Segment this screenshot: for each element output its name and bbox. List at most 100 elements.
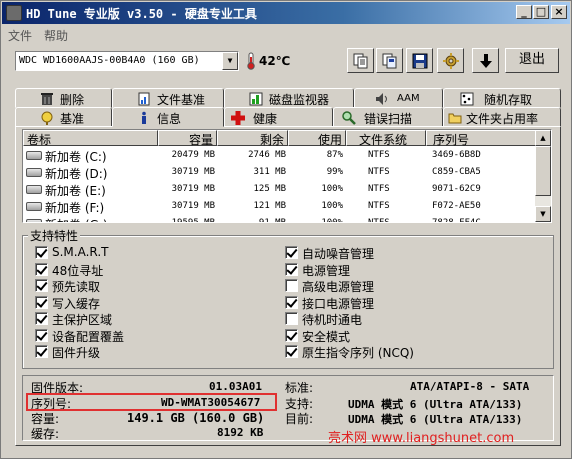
checkbox-checked-icon[interactable] [35, 246, 48, 259]
firmware-value: 01.03A01 [209, 380, 262, 393]
supported-mode-value: UDMA 模式 6 (Ultra ATA/133) [348, 398, 523, 411]
volume-cell: 2746 MB [248, 150, 286, 160]
close-button[interactable]: × [551, 5, 567, 19]
volume-cell: 100% [321, 218, 343, 223]
scroll-up-icon[interactable]: ▲ [535, 130, 551, 146]
feature-label: 安全模式 [302, 329, 351, 344]
settings-button[interactable] [437, 48, 464, 73]
checkbox-checked-icon[interactable] [35, 345, 48, 358]
volume-cell: 30719 MB [171, 201, 215, 211]
column-header-free[interactable]: 剩余 [217, 130, 288, 147]
tab-health[interactable]: 健康 [224, 107, 333, 127]
volume-row[interactable]: 新加卷 (F:) 30719 MB 121 MB 100% NTFS F072-AE50 [23, 198, 537, 215]
volume-list-scrollbar[interactable]: ▲ ▼ [535, 130, 551, 222]
download-icon [480, 54, 492, 68]
trash-icon [41, 93, 53, 105]
tab-random-access[interactable]: 随机存取 [443, 88, 561, 108]
volume-cell: NTFS [368, 218, 390, 223]
checkbox-checked-icon[interactable] [35, 312, 48, 325]
menu-file[interactable]: 文件 [8, 27, 32, 44]
hard-drive-icon [26, 168, 42, 177]
save-button[interactable] [406, 48, 433, 73]
column-header-capacity[interactable]: 容量 [158, 130, 217, 147]
feature-label: 原生指令序列 (NCQ) [302, 346, 414, 360]
minimize-button[interactable]: _ [516, 5, 532, 19]
exit-button[interactable]: 退出 [505, 48, 559, 73]
checkbox-checked-icon[interactable] [35, 262, 48, 276]
copy-text-button[interactable] [347, 48, 374, 73]
title-bar[interactable]: HD Tune 专业版 v3.50 - 硬盘专业工具 _ □ × [2, 2, 570, 24]
volume-cell: 9071-62C9 [432, 184, 481, 194]
volume-cell: 新加卷 (E:) [45, 184, 106, 198]
volume-cell: 121 MB [253, 201, 286, 211]
checkbox-checked-icon[interactable] [35, 295, 48, 309]
volume-cell: 91 MB [258, 218, 286, 223]
column-header-serial[interactable]: 序列号 [426, 130, 537, 147]
volume-cell: NTFS [368, 167, 390, 177]
volume-list[interactable]: 卷标 容量 剩余 使用 文件系统 序列号 新加卷 (C:) 20479 MB 274… [22, 129, 552, 223]
column-header-filesystem[interactable]: 文件系统 [346, 130, 426, 147]
standard-value: ATA/ATAPI-8 - SATA [410, 380, 530, 393]
maximize-button[interactable]: □ [533, 5, 549, 19]
serial-highlight-box [26, 393, 277, 411]
disk-monitor-icon [249, 92, 263, 106]
checkbox-checked-icon[interactable] [285, 328, 298, 342]
volume-cell: F072-AE50 [432, 201, 481, 211]
save-icon [412, 53, 428, 69]
checkbox-empty-icon[interactable] [285, 279, 298, 292]
volume-cell: 100% [321, 184, 343, 194]
checkbox-checked-icon[interactable] [285, 262, 298, 276]
volume-row[interactable]: 新加卷 (E:) 30719 MB 125 MB 100% NTFS 9071-62C9 [23, 181, 537, 198]
checkbox-checked-icon[interactable] [285, 345, 298, 358]
volume-cell: 311 MB [253, 167, 286, 177]
hard-drive-icon [26, 185, 42, 194]
volume-row[interactable]: 新加卷 (C:) 20479 MB 2746 MB 87% NTFS 3469-6B8D [23, 147, 537, 164]
feature-label: S.M.A.R.T [52, 245, 109, 259]
tab-benchmark[interactable]: 基准 [15, 107, 112, 127]
scroll-thumb[interactable] [535, 146, 551, 196]
scroll-down-icon[interactable]: ▼ [535, 206, 551, 222]
chevron-down-icon[interactable]: ▼ [222, 52, 238, 70]
copy-info-button[interactable] [376, 48, 403, 73]
volume-cell: 125 MB [253, 184, 286, 194]
menu-help[interactable]: 帮助 [44, 27, 68, 44]
tab-aam[interactable]: AAM [354, 88, 443, 108]
app-window: HD Tune 专业版 v3.50 - 硬盘专业工具 _ □ × 文件 帮助 W… [0, 0, 572, 459]
drive-select[interactable]: WDC WD1600AAJS-00B4A0 (160 GB) ▼ [15, 51, 239, 71]
hard-drive-icon [26, 219, 42, 222]
buffer-value: 8192 KB [217, 426, 264, 439]
feature-label: 待机时通电 [302, 313, 363, 327]
volume-cell: NTFS [368, 201, 390, 211]
volume-cell: NTFS [368, 150, 390, 160]
tab-info[interactable]: 信息 [112, 107, 224, 127]
volume-cell: 新加卷 (G:) [45, 216, 108, 222]
column-header-used[interactable]: 使用 [288, 130, 346, 147]
volume-cell: 新加卷 (D:) [45, 167, 108, 181]
tab-folder-usage[interactable]: 文件夹占用率 [443, 107, 561, 127]
drive-select-value: WDC WD1600AAJS-00B4A0 (160 GB) [19, 55, 200, 66]
checkbox-checked-icon[interactable] [35, 328, 48, 342]
supported-features-title: 支持特性 [28, 227, 81, 244]
checkbox-checked-icon[interactable] [285, 295, 298, 309]
checkbox-checked-icon[interactable] [35, 279, 48, 292]
app-icon [6, 5, 22, 21]
tab-file-benchmark[interactable]: 文件基准 [112, 88, 224, 108]
volume-row[interactable]: 新加卷 (D:) 30719 MB 311 MB 99% NTFS C859-CBA5 [23, 164, 537, 181]
menu-bar: 文件 帮助 [2, 25, 570, 44]
column-header-label[interactable]: 卷标 [23, 130, 158, 147]
temperature-readout: 42℃ [259, 54, 291, 68]
volume-cell: 7828-FF4C [432, 218, 481, 223]
thermometer-icon [247, 52, 255, 70]
feature-label: 预先读取 [52, 280, 101, 294]
tab-erase[interactable]: 删除 [15, 88, 112, 108]
tab-error-scan[interactable]: 错误扫描 [333, 107, 443, 127]
volume-cell: 3469-6B8D [432, 150, 481, 160]
volume-cell: 新加卷 (F:) [45, 201, 105, 215]
checkbox-checked-icon[interactable] [285, 246, 298, 259]
settings-icon [443, 53, 459, 69]
volume-row[interactable]: 新加卷 (G:) 19595 MB 91 MB 100% NTFS 7828-FF4C [23, 215, 537, 223]
download-button[interactable] [472, 48, 499, 73]
checkbox-empty-icon[interactable] [285, 312, 298, 325]
tab-disk-monitor[interactable]: 磁盘监视器 [224, 88, 354, 108]
standard-label: 标准: [285, 381, 314, 395]
